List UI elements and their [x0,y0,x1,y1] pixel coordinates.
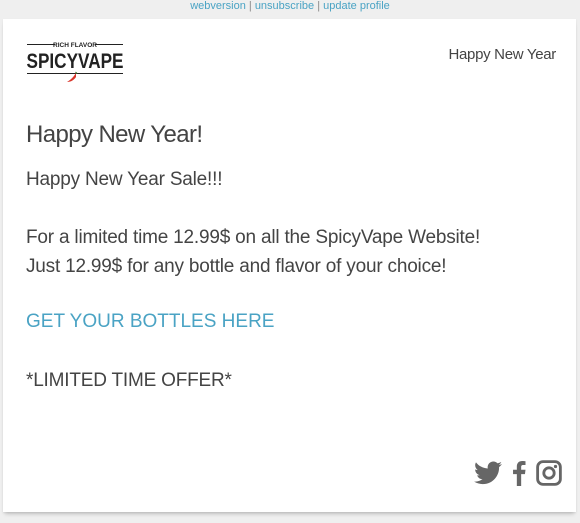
twitter-icon[interactable] [474,461,502,490]
separator: | [314,0,324,12]
update-profile-link[interactable]: update profile [323,0,390,12]
sale-line: Happy New Year Sale!!! [26,169,223,190]
top-links-bar: webversion | unsubscribe | update profil… [0,0,580,14]
promo-line: For a limited time 12.99$ on all the Spi… [26,227,481,248]
facebook-icon[interactable] [512,460,526,491]
logo-tagline: RICH FLAVOR [53,42,97,49]
social-links [474,460,562,491]
email-heading: Happy New Year! [26,121,203,148]
chili-pepper-icon [67,73,76,82]
cta-link[interactable]: GET YOUR BOTTLES HERE [26,311,274,333]
email-card: RICH FLAVOR SPICYVAPE Happy New Year Hap… [3,19,576,512]
webversion-link[interactable]: webversion [190,0,246,12]
logo-wordmark: SPICYVAPE [27,50,124,73]
limited-offer-text: *LIMITED TIME OFFER* [26,370,232,391]
spicyvape-logo[interactable]: RICH FLAVOR SPICYVAPE [25,40,125,86]
unsubscribe-link[interactable]: unsubscribe [255,0,314,12]
header-title: Happy New Year [448,46,556,63]
instagram-icon[interactable] [536,460,562,491]
separator: | [245,0,255,12]
promo-line-2: Just 12.99$ for any bottle and flavor of… [26,256,447,277]
